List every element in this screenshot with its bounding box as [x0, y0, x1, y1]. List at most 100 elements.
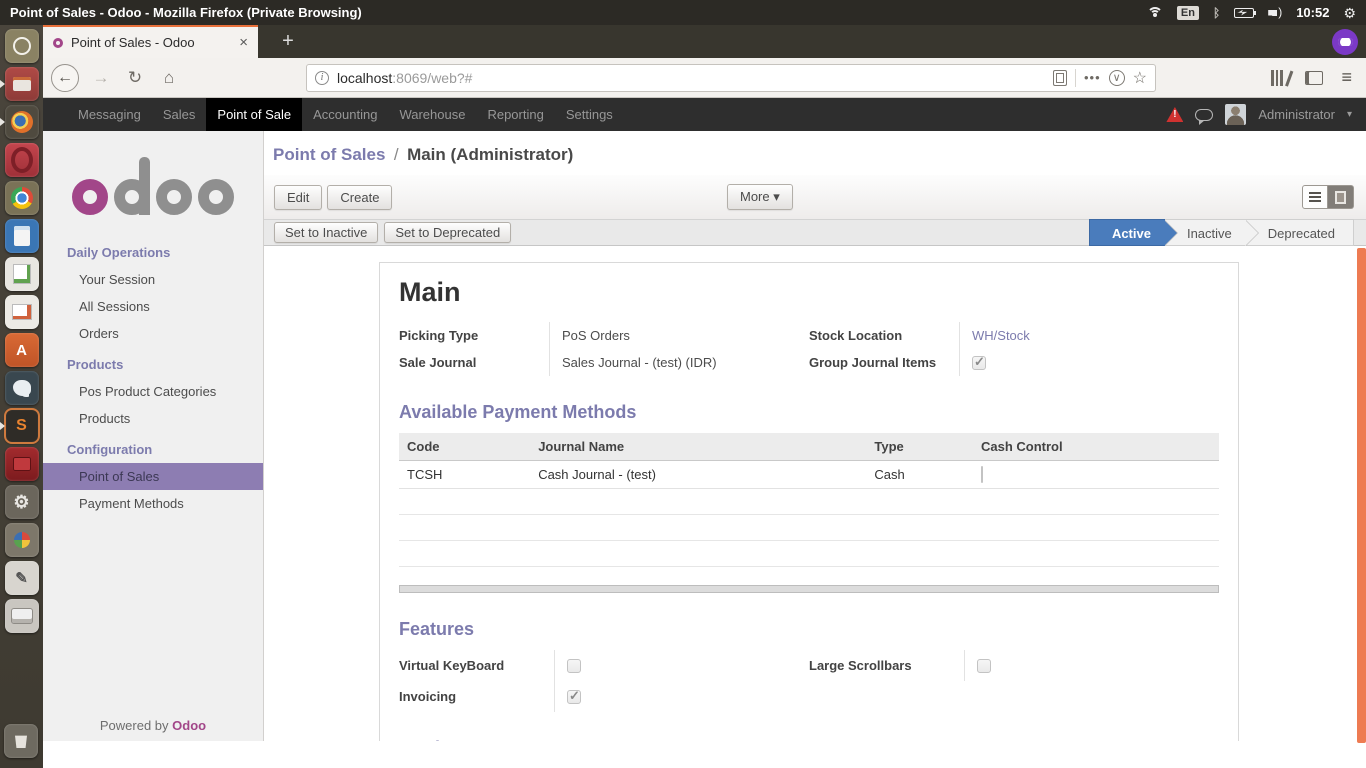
- session-gear-icon[interactable]: ⚙: [1343, 6, 1356, 20]
- disk-utility-icon[interactable]: [5, 599, 39, 633]
- list-view-button[interactable]: [1302, 185, 1328, 209]
- sidebar-item-all-sessions[interactable]: All Sessions: [43, 293, 263, 320]
- chrome-icon[interactable]: [5, 181, 39, 215]
- pocket-icon[interactable]: ∨: [1109, 70, 1125, 86]
- form-view-button[interactable]: [1328, 185, 1354, 209]
- sidebar-item-orders[interactable]: Orders: [43, 320, 263, 347]
- nav-item-reporting[interactable]: Reporting: [476, 98, 554, 131]
- create-button[interactable]: Create: [327, 185, 392, 210]
- invoicing-checkbox[interactable]: [567, 690, 581, 704]
- workbench-icon[interactable]: [5, 447, 39, 481]
- site-info-icon[interactable]: i: [315, 71, 329, 85]
- app-toolbox-icon[interactable]: A: [5, 333, 39, 367]
- libreoffice-writer-icon[interactable]: [5, 219, 39, 253]
- tab-title: Point of Sales - Odoo: [71, 35, 231, 50]
- nav-item-accounting[interactable]: Accounting: [302, 98, 388, 131]
- url-text[interactable]: localhost:8069/web?#: [337, 70, 1045, 86]
- bluetooth-icon[interactable]: ᛒ: [1213, 6, 1220, 20]
- field-value-stock-location-link[interactable]: WH/Stock: [959, 322, 1219, 349]
- field-label-virtual-keyboard: Virtual KeyBoard: [399, 658, 554, 673]
- table-row[interactable]: TCSH Cash Journal - (test) Cash: [399, 461, 1219, 489]
- sidebar-item-payment-methods[interactable]: Payment Methods: [43, 490, 263, 517]
- battery-icon[interactable]: [1234, 8, 1254, 18]
- more-dropdown-button[interactable]: More ▾: [727, 184, 793, 210]
- user-menu[interactable]: Administrator: [1258, 107, 1335, 122]
- forward-button[interactable]: →: [89, 69, 113, 86]
- sublime-text-icon[interactable]: S: [5, 409, 39, 443]
- breadcrumb-parent-link[interactable]: Point of Sales: [273, 145, 385, 164]
- back-button[interactable]: ←: [51, 64, 79, 92]
- clock[interactable]: 10:52: [1296, 5, 1329, 20]
- private-browsing-mask-icon: [1332, 29, 1358, 55]
- nav-item-warehouse[interactable]: Warehouse: [388, 98, 476, 131]
- trash-icon[interactable]: [4, 724, 38, 758]
- ubuntu-dash-icon[interactable]: [5, 29, 39, 63]
- empty-row: [399, 489, 1219, 515]
- menu-hamburger-icon[interactable]: ≡: [1341, 67, 1352, 88]
- wifi-icon[interactable]: [1147, 7, 1163, 18]
- page-actions-icon[interactable]: •••: [1084, 70, 1101, 85]
- set-to-inactive-button[interactable]: Set to Inactive: [274, 222, 378, 243]
- sidebar-section-products: Products: [43, 347, 263, 378]
- messages-icon[interactable]: [1195, 109, 1213, 121]
- state-deprecated[interactable]: Deprecated: [1246, 219, 1354, 246]
- form-icon: [1335, 191, 1346, 204]
- sidebar-section-daily-operations: Daily Operations: [43, 235, 263, 266]
- volume-icon[interactable]: [1268, 7, 1282, 19]
- odoo-brand-link[interactable]: Odoo: [172, 718, 206, 733]
- browser-tab[interactable]: Point of Sales - Odoo ×: [43, 25, 258, 58]
- sidebar-item-your-session[interactable]: Your Session: [43, 266, 263, 293]
- nav-item-point-of-sale[interactable]: Point of Sale: [206, 98, 302, 131]
- url-bar[interactable]: i localhost:8069/web?# ••• ∨ ☆: [306, 64, 1156, 92]
- nav-item-sales[interactable]: Sales: [152, 98, 207, 131]
- group-journal-items-checkbox[interactable]: [972, 356, 986, 370]
- field-label-invoicing: Invoicing: [399, 689, 554, 704]
- reader-mode-icon[interactable]: [1053, 70, 1067, 86]
- user-menu-caret-icon[interactable]: ▾: [1347, 109, 1352, 120]
- cash-control-checkbox[interactable]: [981, 466, 983, 483]
- sidebar-item-pos-product-categories[interactable]: Pos Product Categories: [43, 378, 263, 405]
- page-scrollbar[interactable]: [1357, 248, 1366, 743]
- record-title: Main: [399, 277, 1219, 308]
- nav-item-settings[interactable]: Settings: [555, 98, 624, 131]
- virtual-keyboard-checkbox[interactable]: [567, 659, 581, 673]
- field-label-large-scrollbars: Large Scrollbars: [809, 658, 964, 673]
- col-header-journal-name[interactable]: Journal Name: [530, 433, 866, 461]
- reload-button[interactable]: ↻: [123, 69, 147, 86]
- bookmark-star-icon[interactable]: ☆: [1133, 68, 1147, 88]
- firefox-icon[interactable]: [5, 105, 39, 139]
- nav-item-messaging[interactable]: Messaging: [67, 98, 152, 131]
- tab-close-icon[interactable]: ×: [239, 34, 248, 51]
- state-widget: ActiveInactiveDeprecated: [1089, 219, 1354, 246]
- window-title: Point of Sales - Odoo - Mozilla Firefox …: [0, 5, 1147, 20]
- new-tab-button[interactable]: +: [271, 25, 305, 58]
- library-icon[interactable]: [1271, 70, 1287, 86]
- file-manager-icon[interactable]: [5, 67, 39, 101]
- photo-manager-icon[interactable]: [5, 523, 39, 557]
- col-header-code[interactable]: Code: [399, 433, 530, 461]
- set-to-deprecated-button[interactable]: Set to Deprecated: [384, 222, 511, 243]
- warning-icon[interactable]: [1166, 107, 1183, 122]
- libreoffice-calc-icon[interactable]: [5, 257, 39, 291]
- home-button[interactable]: ⌂: [157, 69, 181, 86]
- opera-icon[interactable]: [5, 143, 39, 177]
- libreoffice-impress-icon[interactable]: [5, 295, 39, 329]
- keyboard-indicator[interactable]: En: [1177, 6, 1199, 20]
- sidebar-item-products[interactable]: Products: [43, 405, 263, 432]
- sidebar-toggle-icon[interactable]: [1305, 71, 1323, 85]
- col-header-cash-control[interactable]: Cash Control: [973, 433, 1219, 461]
- state-active[interactable]: Active: [1089, 219, 1165, 246]
- odoo-logo: [43, 153, 263, 215]
- table-horizontal-scrollbar[interactable]: [399, 585, 1219, 593]
- edit-button[interactable]: Edit: [274, 185, 322, 210]
- postgresql-icon[interactable]: [5, 371, 39, 405]
- browser-toolbar: ← → ↻ ⌂ i localhost:8069/web?# ••• ∨ ☆ ≡: [43, 58, 1366, 98]
- url-path: :8069/web?#: [392, 70, 472, 86]
- user-avatar[interactable]: [1225, 104, 1246, 125]
- sidebar-section-configuration: Configuration: [43, 432, 263, 463]
- col-header-type[interactable]: Type: [866, 433, 973, 461]
- large-scrollbars-checkbox[interactable]: [977, 659, 991, 673]
- text-editor-icon[interactable]: ✎: [5, 561, 39, 595]
- tweak-tool-icon[interactable]: ⚙: [5, 485, 39, 519]
- sidebar-item-point-of-sales[interactable]: Point of Sales: [43, 463, 263, 490]
